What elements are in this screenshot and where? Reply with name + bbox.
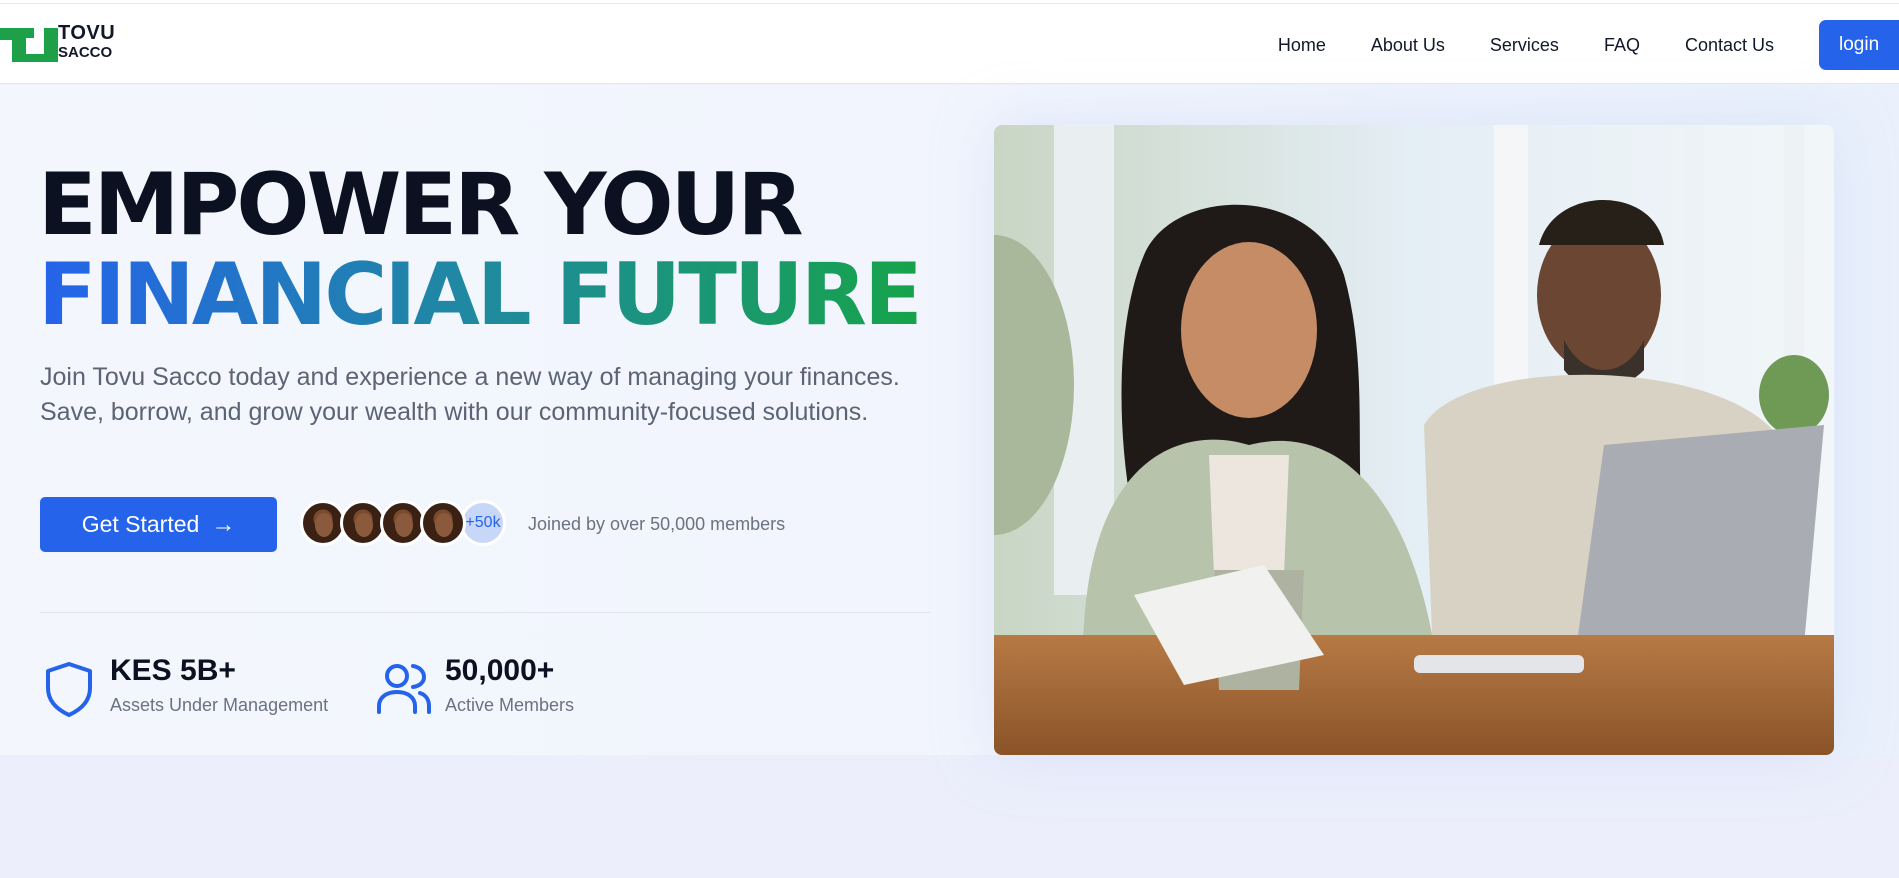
stat-value: 50,000+	[445, 654, 555, 687]
bottom-band	[0, 755, 1899, 878]
member-avatars: +50k	[300, 500, 506, 548]
nav-about-us[interactable]: About Us	[1371, 35, 1445, 56]
brand-line1: TOVU	[58, 22, 116, 44]
nav-services[interactable]: Services	[1490, 35, 1559, 56]
nav-home[interactable]: Home	[1278, 35, 1326, 56]
main-nav: Home About Us Services FAQ Contact Us lo…	[1278, 20, 1899, 70]
get-started-label: Get Started	[81, 511, 200, 537]
logo-mark-icon	[0, 28, 58, 62]
hero-photo-illustration	[994, 125, 1834, 755]
joined-text: Joined by over 50,000 members	[528, 514, 786, 534]
arrow-right-icon: →	[211, 510, 236, 538]
stat-value: KES 5B+	[110, 654, 236, 687]
hero-photo	[994, 125, 1834, 755]
stat-members: 50,000+ Active Members	[375, 654, 635, 724]
stat-assets: KES 5B+ Assets Under Management	[40, 654, 360, 724]
stat-label: Assets Under Management	[110, 695, 329, 715]
navbar: TOVU SACCO Home About Us Services FAQ Co…	[0, 4, 1899, 84]
headline-line2: FINANCIAL FUTURE	[38, 245, 923, 345]
avatar	[420, 500, 466, 546]
nav-contact-us[interactable]: Contact Us	[1685, 35, 1774, 56]
avatar-more-count: +50k	[460, 500, 506, 546]
brand-text: TOVU SACCO	[58, 23, 115, 63]
brand-line2: SACCO	[58, 44, 113, 61]
headline-line1: EMPOWER YOUR	[38, 155, 804, 255]
shield-icon	[46, 662, 92, 717]
hero-headline: EMPOWER YOUR FINANCIAL FUTURE	[38, 155, 923, 345]
users-icon	[377, 664, 431, 714]
hero-subtitle: Join Tovu Sacco today and experience a n…	[40, 363, 900, 426]
nav-faq[interactable]: FAQ	[1604, 35, 1640, 56]
brand-logo[interactable]: TOVU SACCO	[0, 21, 120, 69]
login-button[interactable]: login	[1819, 20, 1899, 70]
get-started-button[interactable]: Get Started →	[40, 497, 277, 552]
divider	[40, 612, 930, 613]
stat-label: Active Members	[445, 695, 575, 715]
